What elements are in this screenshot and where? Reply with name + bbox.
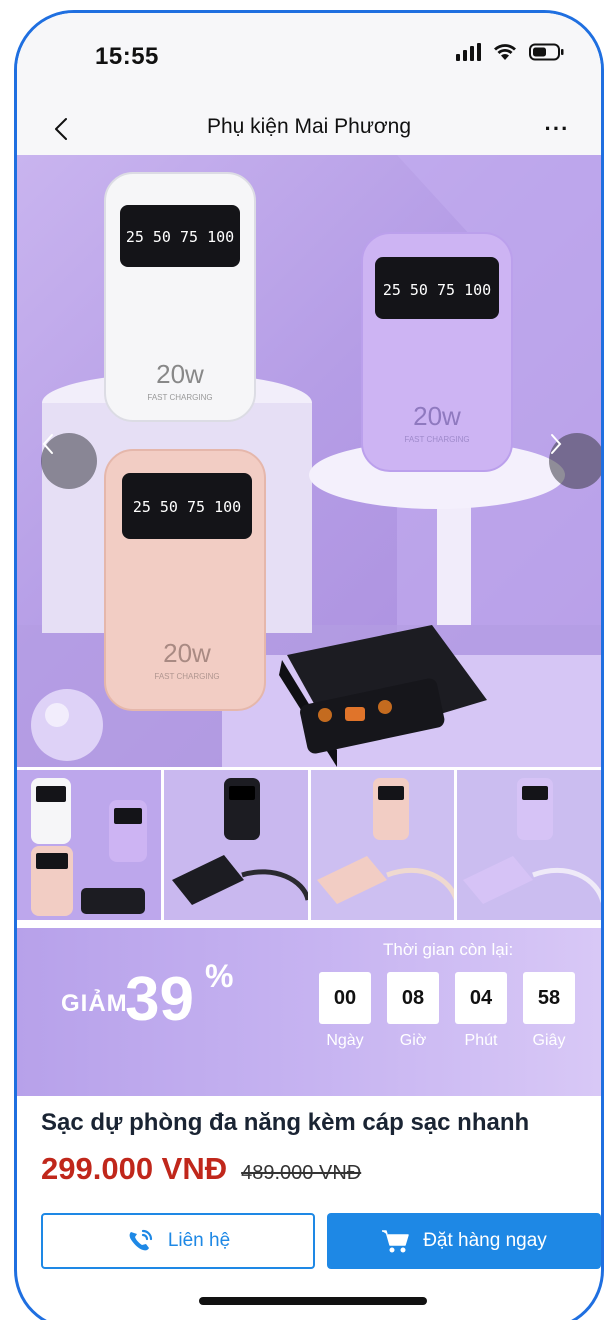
chevron-left-icon [42, 434, 53, 454]
svg-text:FAST CHARGING: FAST CHARGING [147, 393, 212, 402]
discount-value: 39 [125, 965, 194, 1034]
thumbnail-1[interactable] [17, 770, 161, 920]
discount-prefix: GIẢM [61, 990, 128, 1017]
carousel-next-button[interactable] [549, 433, 601, 489]
price-row: 299.000 VNĐ 489.000 VNĐ [41, 1151, 361, 1187]
thumbnail-strip [17, 770, 601, 920]
phone-icon [129, 1229, 152, 1251]
svg-text:25 50 75 100: 25 50 75 100 [133, 498, 241, 516]
thumbnail-3[interactable] [310, 770, 455, 920]
product-name: Sạc dự phòng đa năng kèm cáp sạc nhanh [41, 1109, 530, 1136]
phone-frame: 15:55 Phụ kiện Mai Phương ··· 25 50 75 1… [14, 10, 604, 1320]
countdown-label: Phút [464, 1032, 498, 1049]
countdown-timer: 00 Ngày 08 Giờ 04 Phút 58 Giây [319, 972, 575, 1050]
thumbnail-2[interactable] [163, 770, 308, 920]
ellipsis-icon: ··· [544, 116, 570, 141]
status-time: 15:55 [95, 43, 159, 70]
countdown-value: 58 [523, 972, 575, 1024]
signal-icon [456, 43, 481, 61]
more-button[interactable]: ··· [539, 111, 575, 147]
discount-unit: % [205, 958, 234, 994]
countdown-label: Giây [532, 1032, 566, 1049]
countdown-label: Giờ [399, 1032, 427, 1049]
countdown-days: 00 Ngày [319, 972, 371, 1050]
display-text: 25 50 75 100 [126, 228, 234, 246]
original-price: 489.000 VNĐ [241, 1162, 362, 1184]
svg-text:20w: 20w [163, 638, 211, 668]
contact-button[interactable]: Liên hệ [41, 1213, 315, 1269]
promo-banner: GIẢM 39 % Thời gian còn lại: 00 Ngày 08 … [17, 928, 601, 1096]
chevron-right-icon [551, 434, 562, 454]
svg-text:FAST CHARGING: FAST CHARGING [404, 435, 469, 444]
contact-label: Liên hệ [167, 1230, 231, 1251]
thumbnail-4[interactable] [457, 770, 601, 920]
countdown-value: 08 [387, 972, 439, 1024]
countdown-seconds: 58 Giây [523, 972, 575, 1050]
countdown-title: Thời gian còn lại: [383, 940, 514, 959]
status-icons [456, 43, 565, 61]
sale-price: 299.000 VNĐ [41, 1151, 228, 1186]
countdown-value: 00 [319, 972, 371, 1024]
svg-text:20w: 20w [413, 401, 461, 431]
svg-text:20w: 20w [156, 359, 204, 389]
svg-text:25 50 75 100: 25 50 75 100 [383, 281, 491, 299]
page-title: Phụ kiện Mai Phương [206, 115, 412, 138]
battery-icon [529, 43, 565, 61]
countdown-hours: 08 Giờ [387, 972, 439, 1050]
order-now-button[interactable]: Đặt hàng ngay [327, 1213, 601, 1269]
countdown-minutes: 04 Phút [455, 972, 507, 1050]
order-label: Đặt hàng ngay [423, 1230, 547, 1251]
countdown-label: Ngày [326, 1032, 364, 1049]
home-indicator[interactable] [199, 1297, 427, 1305]
nav-bar: Phụ kiện Mai Phương ··· [17, 103, 601, 155]
status-bar: 15:55 [17, 13, 601, 103]
carousel-prev-button[interactable] [41, 433, 97, 489]
countdown-value: 04 [455, 972, 507, 1024]
power-bank-illustration: 25 50 75 100 20w FAST CHARGING 25 50 75 … [17, 155, 601, 767]
wifi-icon [493, 43, 517, 61]
svg-text:FAST CHARGING: FAST CHARGING [154, 672, 219, 681]
product-hero-image[interactable]: 25 50 75 100 20w FAST CHARGING 25 50 75 … [17, 155, 601, 767]
cart-icon [382, 1230, 409, 1253]
